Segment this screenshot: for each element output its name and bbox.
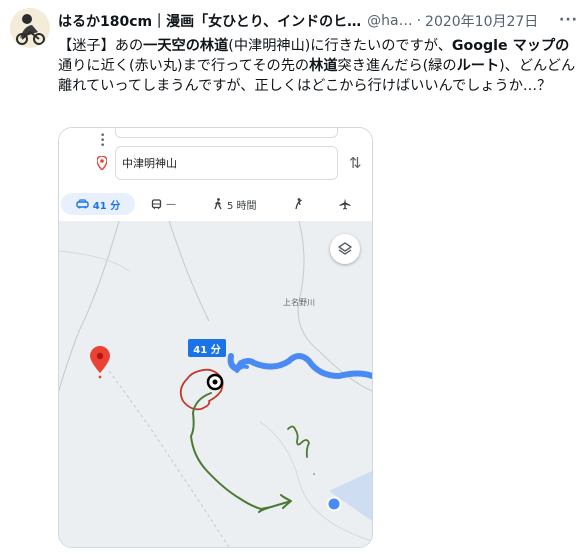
tweet-text-bold: ルート — [456, 58, 500, 74]
mode-walk-label: 5 時間 — [227, 200, 257, 212]
mode-walk[interactable]: 5 時間 — [213, 193, 257, 215]
avatar[interactable] — [10, 8, 50, 48]
mode-car-label: 41 分 — [92, 200, 121, 212]
layers-icon — [338, 242, 352, 255]
destination-field[interactable]: 中津明神山 — [115, 146, 338, 180]
place-label: 上名野川 — [283, 298, 315, 307]
train-icon — [151, 198, 162, 209]
destination-pin-icon — [97, 156, 107, 170]
mode-car[interactable]: 41 分 — [61, 193, 135, 215]
tweet-text-bold: Google マップの — [451, 38, 570, 54]
layers-button[interactable] — [330, 234, 360, 264]
mode-transit[interactable]: — — [151, 193, 176, 215]
display-name[interactable]: はるか180cm｜漫画「女ひとり、インドのヒ… — [58, 11, 361, 31]
tweet-text-bold: 林道 — [309, 58, 338, 74]
dots-icon: • • • — [100, 131, 106, 151]
walk-icon — [214, 198, 222, 210]
car-icon — [76, 199, 89, 209]
travel-mode-bar: 41 分 — 5 時間 — [59, 190, 372, 218]
tweet-text-segment: 突き進んだら(緑の — [337, 58, 457, 74]
tweet-text-bold: 一天空の林道 — [143, 38, 229, 54]
map-view[interactable]: 上名野川 41 分 — [59, 221, 372, 547]
red-destination-pin-icon — [90, 346, 110, 373]
separator-dot: · — [416, 13, 422, 29]
my-location-icon — [328, 498, 340, 510]
blue-route-line — [227, 353, 372, 379]
red-pin-dot — [96, 352, 104, 360]
green-squiggle-annotation — [287, 425, 310, 458]
airplane-icon — [339, 198, 351, 210]
green-route-annotation — [190, 392, 292, 513]
map-dashed-path — [108, 370, 230, 547]
route-time-badge[interactable]: 41 分 — [188, 339, 226, 357]
mode-transit-label: — — [166, 198, 176, 210]
more-options-icon[interactable]: ··· — [559, 12, 578, 28]
user-handle[interactable]: @ha… — [367, 13, 412, 29]
tweet-header: はるか180cm｜漫画「女ひとり、インドのヒ… @ha… · 2020年10月2… — [58, 12, 578, 30]
tweet-text: 【迷子】あの一天空の林道(中津明神山)に行きたいのですが、Google マップの… — [58, 36, 578, 96]
location-beam — [329, 471, 372, 521]
map-terrain-line — [59, 250, 130, 272]
green-dot-annotation — [313, 473, 315, 475]
mode-ride[interactable] — [293, 193, 307, 215]
tweet-text-segment: (中津明神山)に行きたいのですが、 — [228, 38, 452, 54]
tweet-text-segment: 【迷子】あの — [58, 38, 144, 54]
map-canvas — [59, 221, 372, 547]
map-terrain-line — [168, 221, 210, 322]
start-point-center — [212, 379, 218, 385]
rideshare-icon — [295, 198, 302, 210]
tweet-text-segment: 通りに近く(赤い丸)まで行ってその先の — [58, 58, 310, 74]
maps-search-panel: • • • 中津明神山 ⇅ 41 分 — 5 時間 — [59, 128, 372, 221]
blue-route-spur — [235, 364, 249, 373]
tweet-media-image[interactable]: • • • 中津明神山 ⇅ 41 分 — 5 時間 上名野川 41 分 — [58, 127, 373, 548]
avatar-illustration — [10, 8, 50, 48]
tweet-date[interactable]: 2020年10月27日 — [425, 11, 538, 31]
origin-field[interactable] — [115, 128, 338, 138]
map-terrain-line — [59, 221, 120, 392]
red-pin-base — [98, 375, 102, 379]
mode-flight[interactable] — [339, 193, 355, 215]
swap-icon[interactable]: ⇅ — [349, 154, 362, 172]
destination-text: 中津明神山 — [122, 157, 177, 170]
